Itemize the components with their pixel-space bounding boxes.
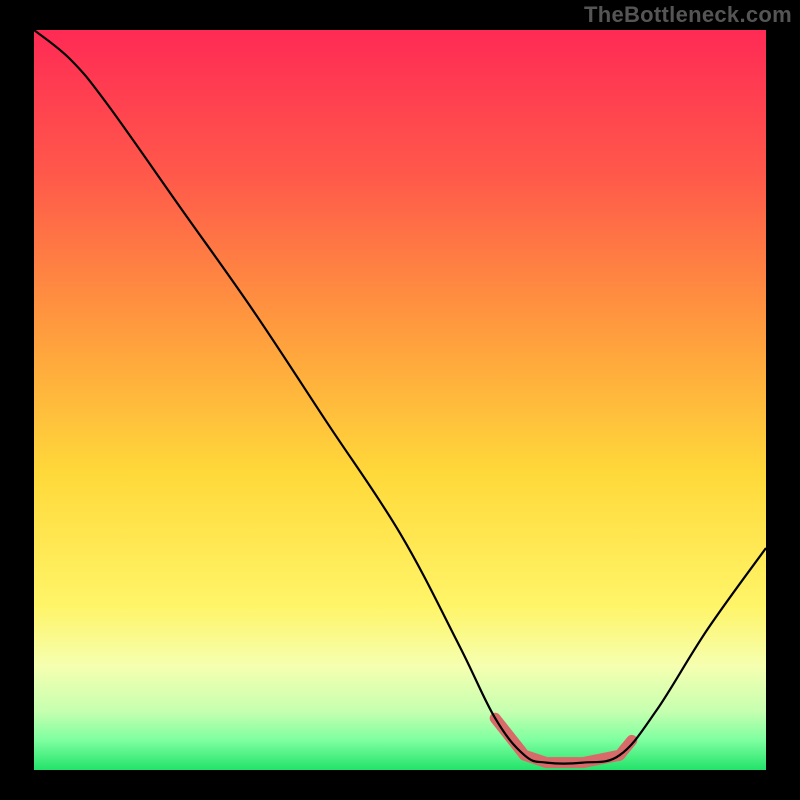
gradient-background xyxy=(34,30,766,770)
watermark-label: TheBottleneck.com xyxy=(584,2,792,28)
chart-container: TheBottleneck.com xyxy=(0,0,800,800)
bottleneck-chart xyxy=(34,30,766,770)
plot-area xyxy=(34,30,766,770)
